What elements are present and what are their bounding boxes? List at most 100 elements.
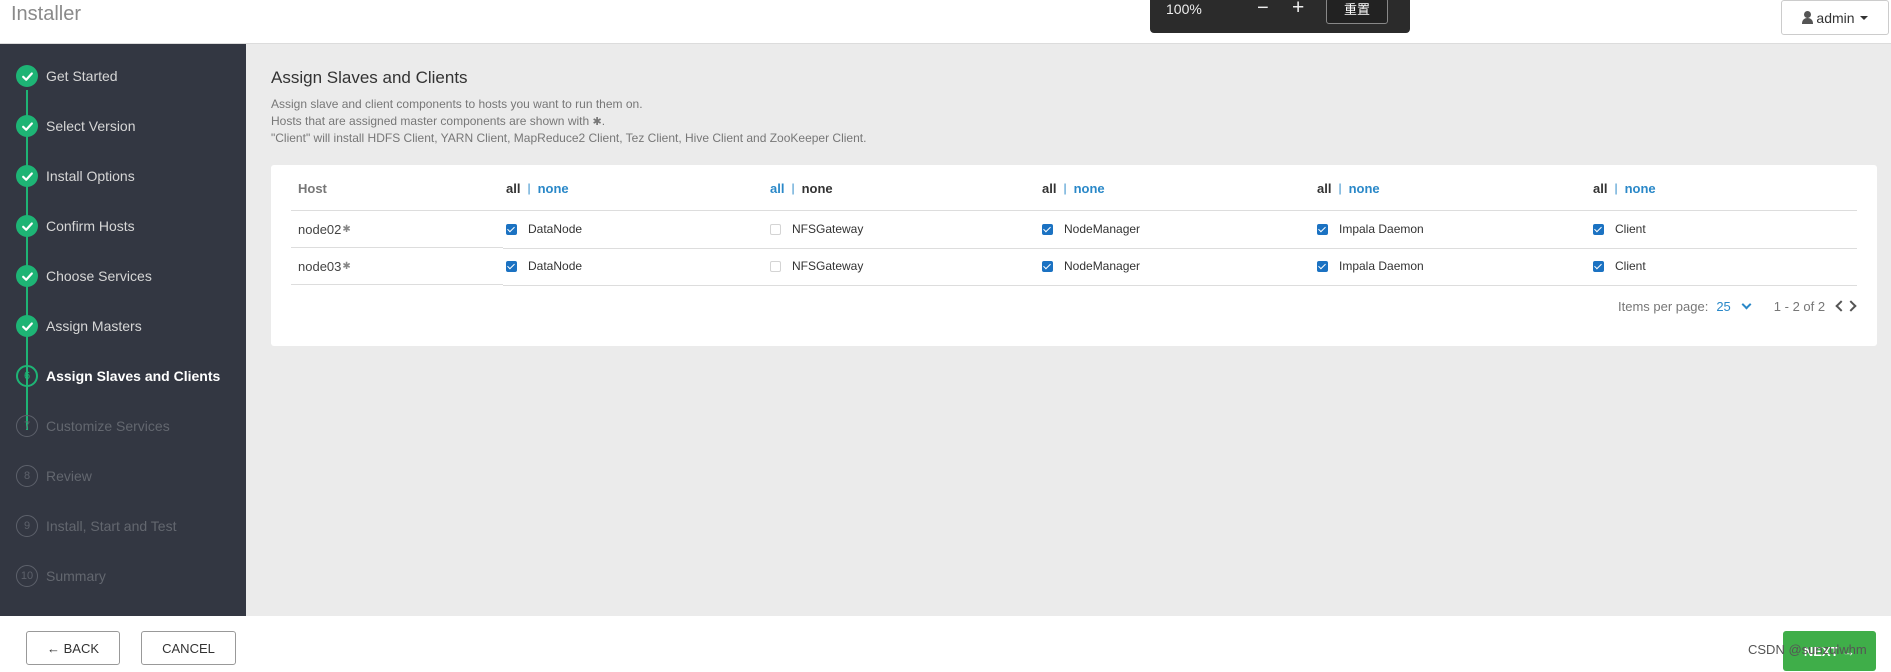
component-checkbox[interactable] — [506, 223, 517, 235]
component-label: NFSGateway — [792, 222, 864, 236]
user-name: admin — [1816, 9, 1855, 26]
items-per-page-select[interactable]: 25 — [1716, 299, 1730, 314]
sidebar-step-7[interactable]: 6 Assign Slaves and Clients — [0, 361, 246, 391]
user-menu-button[interactable]: admin — [1781, 0, 1889, 35]
sidebar-step-5[interactable]: Choose Services — [0, 261, 246, 291]
select-all-link[interactable]: all — [770, 181, 784, 196]
check-icon — [16, 215, 38, 237]
page-range: 1 - 2 of 2 — [1773, 298, 1826, 314]
sidebar-step-4[interactable]: Confirm Hosts — [0, 211, 246, 241]
caret-down-icon — [1859, 15, 1868, 20]
select-all-link[interactable]: all — [1042, 181, 1056, 196]
link-separator: | — [1614, 181, 1618, 195]
sidebar-step-label: Choose Services — [46, 268, 152, 284]
component-checkbox[interactable] — [1593, 260, 1604, 272]
zoom-out-button[interactable]: − — [1257, 0, 1269, 20]
component-label: NFSGateway — [792, 259, 864, 273]
component-checkbox-cell[interactable]: Impala Daemon — [1317, 211, 1424, 247]
sidebar-step-9[interactable]: 8 Review — [0, 461, 246, 491]
component-label: DataNode — [528, 222, 583, 236]
next-button[interactable]: NEXT → — [1783, 631, 1876, 671]
host-label: node02 — [298, 221, 342, 237]
sidebar-step-label: Assign Masters — [46, 318, 142, 334]
check-icon — [16, 115, 38, 137]
row-divider — [291, 284, 503, 285]
component-checkbox-cell[interactable]: NFSGateway — [770, 248, 863, 284]
sidebar-step-label: Customize Services — [46, 418, 170, 434]
component-checkbox[interactable] — [770, 223, 781, 235]
component-checkbox[interactable] — [1317, 223, 1328, 235]
sidebar-step-11[interactable]: 10 Summary — [0, 561, 246, 591]
component-checkbox[interactable] — [1042, 260, 1053, 272]
zoom-in-button[interactable]: + — [1292, 0, 1304, 20]
component-checkbox-cell[interactable]: Impala Daemon — [1317, 248, 1424, 284]
select-all-link[interactable]: all — [1317, 181, 1331, 196]
component-checkbox[interactable] — [1317, 260, 1328, 272]
sidebar-step-6[interactable]: Assign Masters — [0, 311, 246, 341]
step-number-icon: 10 — [16, 565, 38, 587]
select-none-link[interactable]: none — [1074, 181, 1105, 196]
sidebar-step-10[interactable]: 9 Install, Start and Test — [0, 511, 246, 541]
select-none-link[interactable]: none — [538, 181, 569, 196]
component-checkbox-cell[interactable]: DataNode — [506, 211, 582, 247]
zoom-reset-button[interactable]: 重置 — [1326, 0, 1388, 24]
check-icon — [16, 165, 38, 187]
host-name: node02 ✱ — [298, 211, 351, 247]
component-label: NodeManager — [1064, 259, 1141, 273]
select-none-link[interactable]: none — [1349, 181, 1380, 196]
step-number-icon: 6 — [16, 365, 38, 387]
description-line-2: Hosts that are assigned master component… — [271, 114, 605, 128]
component-checkbox[interactable] — [506, 260, 517, 272]
back-button[interactable]: ← BACK — [26, 631, 120, 665]
step-number-icon: 9 — [16, 515, 38, 537]
component-checkbox-cell[interactable]: NodeManager — [1042, 248, 1140, 284]
check-icon — [16, 65, 38, 87]
sidebar-step-label: Install, Start and Test — [46, 518, 177, 534]
sidebar-step-label: Install Options — [46, 168, 135, 184]
component-checkbox-cell[interactable]: NFSGateway — [770, 211, 863, 247]
sidebar-step-8[interactable]: 7 Customize Services — [0, 411, 246, 441]
check-icon — [16, 315, 38, 337]
chevron-down-icon[interactable] — [1741, 299, 1752, 309]
app-title: Installer — [11, 3, 82, 25]
link-separator: | — [1338, 181, 1342, 195]
component-checkbox[interactable] — [1593, 223, 1604, 235]
sidebar-step-label: Review — [46, 468, 92, 484]
row-divider — [503, 248, 1857, 249]
chevron-right-icon[interactable] — [1845, 300, 1857, 312]
component-checkbox-cell[interactable]: Client — [1593, 211, 1646, 247]
zoom-toolbar: 100% − + 重置 — [1150, 0, 1410, 33]
sidebar-step-1[interactable]: Get Started — [0, 61, 246, 91]
cancel-button[interactable]: CANCEL — [141, 631, 236, 665]
master-marker-icon: ✱ — [342, 223, 351, 235]
component-checkbox[interactable] — [1042, 223, 1053, 235]
component-label: NodeManager — [1064, 222, 1141, 236]
step-number-icon: 7 — [16, 415, 38, 437]
component-checkbox[interactable] — [770, 260, 781, 272]
master-marker-icon: ✱ — [342, 260, 351, 272]
select-all-link[interactable]: all — [1593, 181, 1607, 196]
row-divider — [503, 285, 1857, 286]
component-checkbox-cell[interactable]: DataNode — [506, 248, 582, 284]
zoom-level: 100% — [1166, 1, 1202, 17]
component-checkbox-cell[interactable]: Client — [1593, 248, 1646, 284]
select-none-link[interactable]: none — [802, 181, 833, 196]
sidebar-step-3[interactable]: Install Options — [0, 161, 246, 191]
sidebar-step-label: Get Started — [46, 68, 118, 84]
page-title: Assign Slaves and Clients — [271, 68, 468, 87]
link-separator: | — [527, 181, 531, 195]
master-marker-icon: ✱ — [592, 116, 602, 128]
description-line-1: Assign slave and client components to ho… — [271, 97, 643, 111]
component-column-header: all | none — [770, 165, 833, 211]
sidebar-step-2[interactable]: Select Version — [0, 111, 246, 141]
select-none-link[interactable]: none — [1625, 181, 1656, 196]
check-icon — [16, 265, 38, 287]
component-label: DataNode — [528, 259, 583, 273]
description-line-3: "Client" will install HDFS Client, YARN … — [271, 131, 867, 145]
select-all-link[interactable]: all — [506, 181, 520, 196]
sidebar-step-label: Assign Slaves and Clients — [46, 368, 221, 384]
pagination: Items per page: 25 1 - 2 of 2 — [1618, 296, 1857, 316]
sidebar-step-label: Confirm Hosts — [46, 218, 135, 234]
items-per-page-label: Items per page: — [1618, 298, 1709, 314]
component-checkbox-cell[interactable]: NodeManager — [1042, 211, 1140, 247]
